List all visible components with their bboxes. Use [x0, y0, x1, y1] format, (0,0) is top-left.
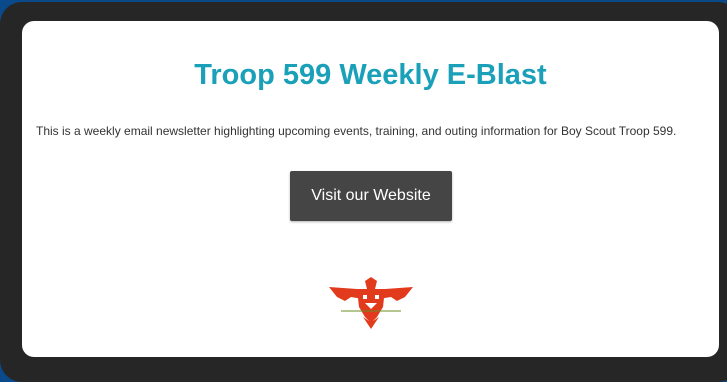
email-card: Troop 599 Weekly E-Blast This is a weekl…	[22, 21, 719, 357]
thunderbird-logo-icon	[329, 277, 413, 329]
visit-website-button[interactable]: Visit our Website	[290, 171, 452, 221]
newsletter-description: This is a weekly email newsletter highli…	[36, 124, 677, 138]
newsletter-title: Troop 599 Weekly E-Blast	[194, 59, 547, 91]
device-frame: Troop 599 Weekly E-Blast This is a weekl…	[0, 2, 727, 382]
